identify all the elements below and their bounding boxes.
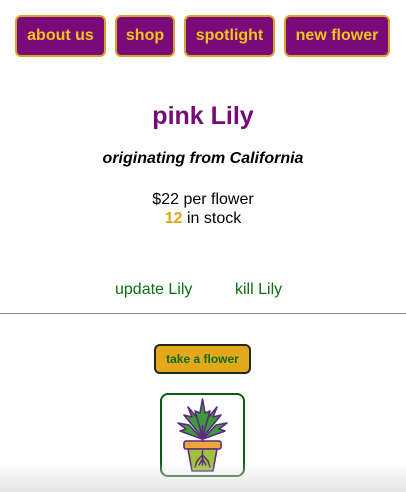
new-flower-button[interactable]: new flower [284,15,390,57]
stock-line: 12 in stock [0,208,406,230]
flower-origin: originating from California [102,150,304,167]
page-bottom-shadow [0,462,406,492]
update-flower-link[interactable]: update Lily [115,278,192,302]
spotlight-button[interactable]: spotlight [184,15,275,57]
stock-count: 12 [164,210,183,227]
flower-title: pink Lily [152,102,254,130]
section-divider [0,313,406,314]
take-flower-button[interactable]: take a flower [154,344,251,374]
shop-button[interactable]: shop [115,15,175,57]
about-us-button[interactable]: about us [15,15,106,57]
stock-label: in stock [182,210,242,227]
top-navigation: about us shop spotlight new flower [0,15,406,57]
flower-actions: update Lily kill Lily [0,278,406,302]
kill-flower-link[interactable]: kill Lily [235,278,282,302]
